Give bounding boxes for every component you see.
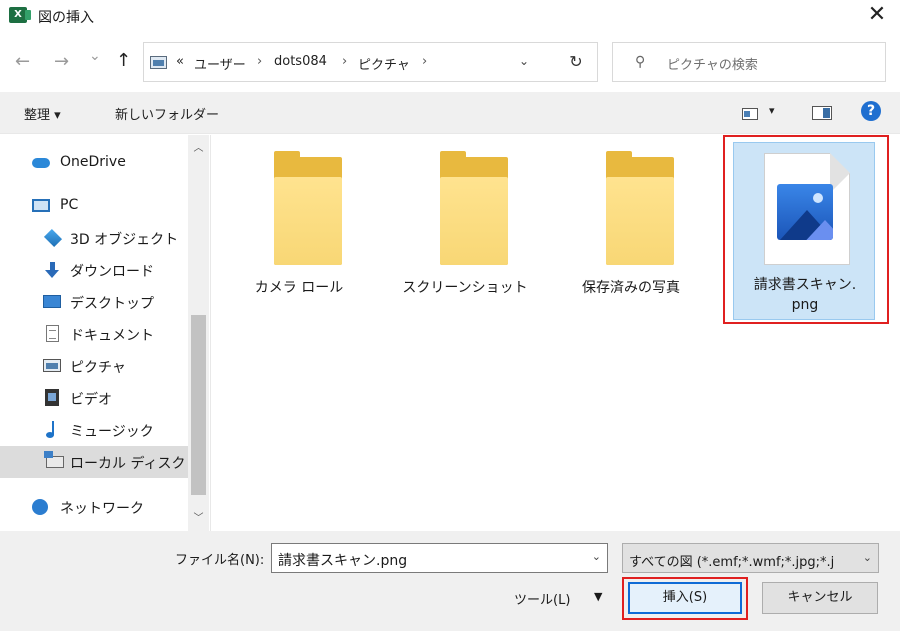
highlight-box xyxy=(622,577,748,620)
picture-icon xyxy=(43,359,61,372)
breadcrumb-separator[interactable]: › xyxy=(342,54,347,69)
tools-dropdown-icon[interactable]: ▼ xyxy=(594,590,602,603)
music-icon xyxy=(45,421,59,439)
file-type-value: すべての図 (*.emf;*.wmf;*.jpg;*.j xyxy=(629,555,835,570)
filename-input[interactable]: 請求書スキャン.png ⌄ xyxy=(271,543,608,573)
breadcrumb-user-folder[interactable]: dots084 xyxy=(274,54,327,69)
breadcrumb-separator[interactable]: › xyxy=(422,54,427,69)
new-folder-button[interactable]: 新しいフォルダー xyxy=(115,104,219,123)
scroll-up-icon[interactable]: ︿ xyxy=(188,139,209,154)
navigation-pane: OneDrive PC 3D オブジェクト ダウンロード デスクトップ ドキュメ… xyxy=(0,135,211,531)
highlight-box xyxy=(723,135,889,324)
command-toolbar: 整理 ▾ 新しいフォルダー xyxy=(0,92,900,134)
cube-icon xyxy=(43,228,63,248)
folder-icon xyxy=(274,151,342,265)
cancel-button[interactable]: キャンセル xyxy=(762,582,878,614)
folder-item-camera-roll[interactable]: カメラ ロール xyxy=(224,143,374,321)
view-options-dropdown[interactable]: ▾ xyxy=(769,104,775,117)
change-view-icon[interactable] xyxy=(742,108,758,120)
address-dropdown-icon[interactable]: ⌄ xyxy=(519,54,529,68)
sidebar-item-label: ドキュメント xyxy=(70,328,154,344)
folder-label: カメラ ロール xyxy=(254,280,344,296)
sidebar-item-label: 3D オブジェクト xyxy=(70,232,179,248)
filename-history-dropdown-icon[interactable]: ⌄ xyxy=(592,550,601,563)
breadcrumb-overflow[interactable]: « xyxy=(176,54,184,69)
sidebar-item-music[interactable]: ミュージック xyxy=(0,414,188,446)
sidebar-item-downloads[interactable]: ダウンロード xyxy=(0,254,188,286)
sidebar-item-label: デスクトップ xyxy=(70,296,154,312)
scroll-thumb[interactable] xyxy=(191,315,206,495)
folder-icon xyxy=(606,151,674,265)
folder-label: 保存済みの写真 xyxy=(582,280,680,296)
pc-icon xyxy=(32,199,50,212)
folder-item-saved-pictures[interactable]: 保存済みの写真 xyxy=(556,143,706,321)
sidebar-item-label: ミュージック xyxy=(70,424,154,440)
sidebar-item-onedrive[interactable]: OneDrive xyxy=(0,147,188,179)
breadcrumb-separator[interactable]: › xyxy=(257,54,262,69)
sidebar-item-videos[interactable]: ビデオ xyxy=(0,382,188,414)
sidebar-item-label: ローカル ディスク (C xyxy=(70,456,206,472)
document-icon xyxy=(46,325,59,342)
sidebar-item-label: ダウンロード xyxy=(70,264,154,280)
sidebar-item-desktop[interactable]: デスクトップ xyxy=(0,286,188,318)
preview-pane-icon[interactable] xyxy=(812,106,832,120)
network-icon xyxy=(32,499,48,515)
filename-label: ファイル名(N): xyxy=(175,553,265,568)
video-icon xyxy=(45,389,59,406)
pictures-location-icon xyxy=(150,56,167,69)
sidebar-item-3d-objects[interactable]: 3D オブジェクト xyxy=(0,222,188,254)
sidebar-item-pictures[interactable]: ピクチャ xyxy=(0,350,188,382)
window-title: 図の挿入 xyxy=(38,10,94,26)
search-placeholder: ピクチャの検索 xyxy=(667,58,758,73)
sidebar-item-label: ネットワーク xyxy=(60,501,144,517)
breadcrumb-pictures[interactable]: ピクチャ xyxy=(358,54,410,73)
back-arrow-icon[interactable]: ← xyxy=(15,51,30,72)
sidebar-item-label: ビデオ xyxy=(70,392,112,408)
excel-app-icon: X xyxy=(9,7,31,23)
file-type-dropdown-icon[interactable]: ⌄ xyxy=(863,551,872,564)
sidebar-scrollbar[interactable]: ︿ ﹀ xyxy=(188,135,209,531)
refresh-button[interactable]: ↻ xyxy=(555,42,598,82)
search-input[interactable]: ⚲ ピクチャの検索 xyxy=(612,42,886,82)
sidebar-item-pc[interactable]: PC xyxy=(0,190,188,222)
forward-arrow-icon[interactable]: → xyxy=(54,51,69,72)
sidebar-item-documents[interactable]: ドキュメント xyxy=(0,318,188,350)
close-button[interactable]: ✕ xyxy=(854,0,900,32)
scroll-down-icon[interactable]: ﹀ xyxy=(188,509,209,524)
folder-label: スクリーンショット xyxy=(402,280,528,296)
title-bar: X 図の挿入 ✕ xyxy=(0,0,900,32)
desktop-icon xyxy=(43,295,61,308)
up-arrow-icon[interactable]: ↑ xyxy=(116,50,131,71)
help-icon[interactable]: ? xyxy=(861,101,881,121)
download-icon xyxy=(45,262,59,278)
sidebar-item-network[interactable]: ネットワーク xyxy=(0,491,188,523)
cloud-icon xyxy=(32,158,50,168)
folder-icon xyxy=(440,151,508,265)
breadcrumb-users[interactable]: ユーザー xyxy=(194,54,246,73)
address-bar[interactable]: « ユーザー › dots084 › ピクチャ › ⌄ xyxy=(143,42,598,82)
filename-value: 請求書スキャン.png xyxy=(278,553,408,569)
sidebar-item-label: ピクチャ xyxy=(70,360,126,376)
sidebar-item-local-disk[interactable]: ローカル ディスク (C xyxy=(0,446,205,478)
file-type-select[interactable]: すべての図 (*.emf;*.wmf;*.jpg;*.j ⌄ xyxy=(622,543,879,573)
sidebar-item-label: OneDrive xyxy=(60,154,126,170)
tools-menu-button[interactable]: ツール(L) xyxy=(514,589,570,608)
sidebar-item-label: PC xyxy=(60,197,79,213)
recent-locations-icon[interactable]: ⌄ xyxy=(89,48,101,64)
disk-icon xyxy=(44,451,64,468)
search-icon: ⚲ xyxy=(635,54,646,70)
organize-menu-button[interactable]: 整理 ▾ xyxy=(24,104,61,123)
folder-item-screenshots[interactable]: スクリーンショット xyxy=(390,143,540,321)
